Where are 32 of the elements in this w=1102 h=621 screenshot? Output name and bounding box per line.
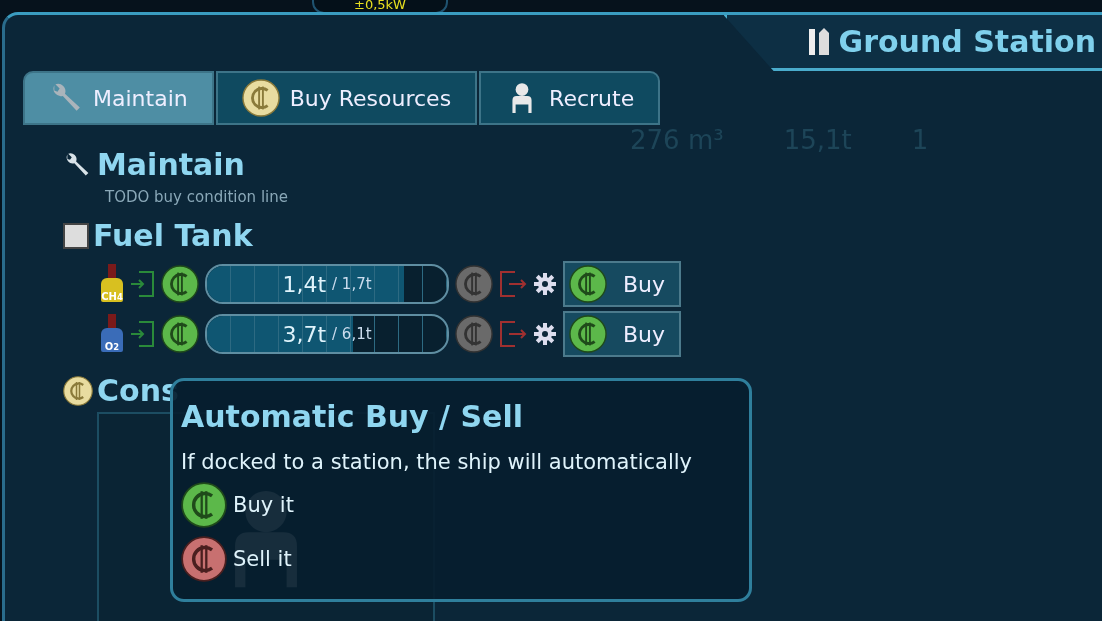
coin-icon xyxy=(569,315,607,353)
condition-text: TODO buy condition line xyxy=(105,188,289,206)
fuel-capacity: / 1,7t xyxy=(332,275,372,293)
import-icon xyxy=(129,319,155,349)
tab[interactable]: Recrute xyxy=(479,71,661,125)
tooltip-text: If docked to a station, the ship will automatically xyxy=(181,450,693,474)
coin-icon xyxy=(181,536,227,582)
auto-sell-toggle[interactable] xyxy=(455,315,493,353)
tank-icon xyxy=(63,222,89,249)
section-title: Maintain xyxy=(97,147,245,182)
auto-buy-toggle[interactable] xyxy=(161,315,199,353)
coin-icon xyxy=(569,265,607,303)
tab[interactable]: Buy Resources xyxy=(215,71,478,125)
coin-icon xyxy=(241,79,280,117)
fuel-amount: 1,4t xyxy=(282,271,327,297)
import-icon xyxy=(129,269,155,299)
fuel-amount: 3,7t xyxy=(282,321,327,347)
fuel-capacity: / 6,1t xyxy=(332,325,372,343)
auto-buy-toggle[interactable] xyxy=(161,265,199,303)
buy-button[interactable]: Buy xyxy=(563,311,682,357)
coin-icon xyxy=(63,375,93,406)
legend-label: Buy it xyxy=(233,493,294,517)
station-title: Ground Station xyxy=(838,24,1096,59)
auto-sell-toggle[interactable] xyxy=(455,265,493,303)
tooltip-title: Automatic Buy / Sell xyxy=(181,399,525,434)
export-icon xyxy=(499,319,527,349)
section-title: Fuel Tank xyxy=(93,218,253,253)
legend-label: Sell it xyxy=(233,547,292,571)
section-title: Cons xyxy=(97,373,179,408)
coin-icon xyxy=(181,482,227,528)
buy-button[interactable]: Buy xyxy=(563,261,682,307)
export-icon xyxy=(499,269,527,299)
